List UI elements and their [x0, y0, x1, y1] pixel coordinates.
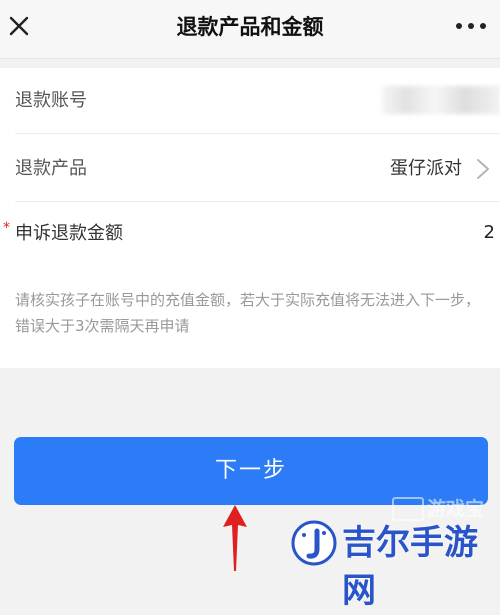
watermark-logo-icon: [291, 520, 337, 566]
amount-hint-text: 请核实孩子在账号中的充值金额，若大于实际充值将无法进入下一步，错误大于3次需隔天…: [15, 291, 481, 335]
refund-amount-input[interactable]: [150, 210, 500, 254]
close-icon[interactable]: [7, 14, 31, 38]
watermark-box-icon: [392, 497, 424, 521]
watermark-top-text: 游戏宝: [427, 498, 485, 520]
watermark-brand-text: 吉尔手游网: [342, 523, 478, 611]
page-title: 退款产品和金额: [176, 15, 324, 39]
refund-account-value-blurred: [382, 86, 500, 114]
refund-account-label: 退款账号: [15, 90, 87, 111]
divider: [15, 133, 500, 134]
required-mark: *: [3, 220, 10, 236]
refund-product-value: 蛋仔派对: [390, 158, 462, 179]
refund-product-label: 退款产品: [15, 158, 87, 179]
refund-product-row[interactable]: 退款产品 蛋仔派对: [0, 136, 500, 202]
more-icon[interactable]: [452, 14, 490, 38]
refund-amount-label: 申诉退款金额: [15, 223, 123, 244]
chevron-right-icon: [477, 159, 489, 179]
navigation-bar: 退款产品和金额: [0, 0, 500, 59]
divider: [15, 201, 500, 202]
red-arrow-annotation: [223, 505, 247, 571]
refund-account-row: 退款账号: [0, 68, 500, 134]
